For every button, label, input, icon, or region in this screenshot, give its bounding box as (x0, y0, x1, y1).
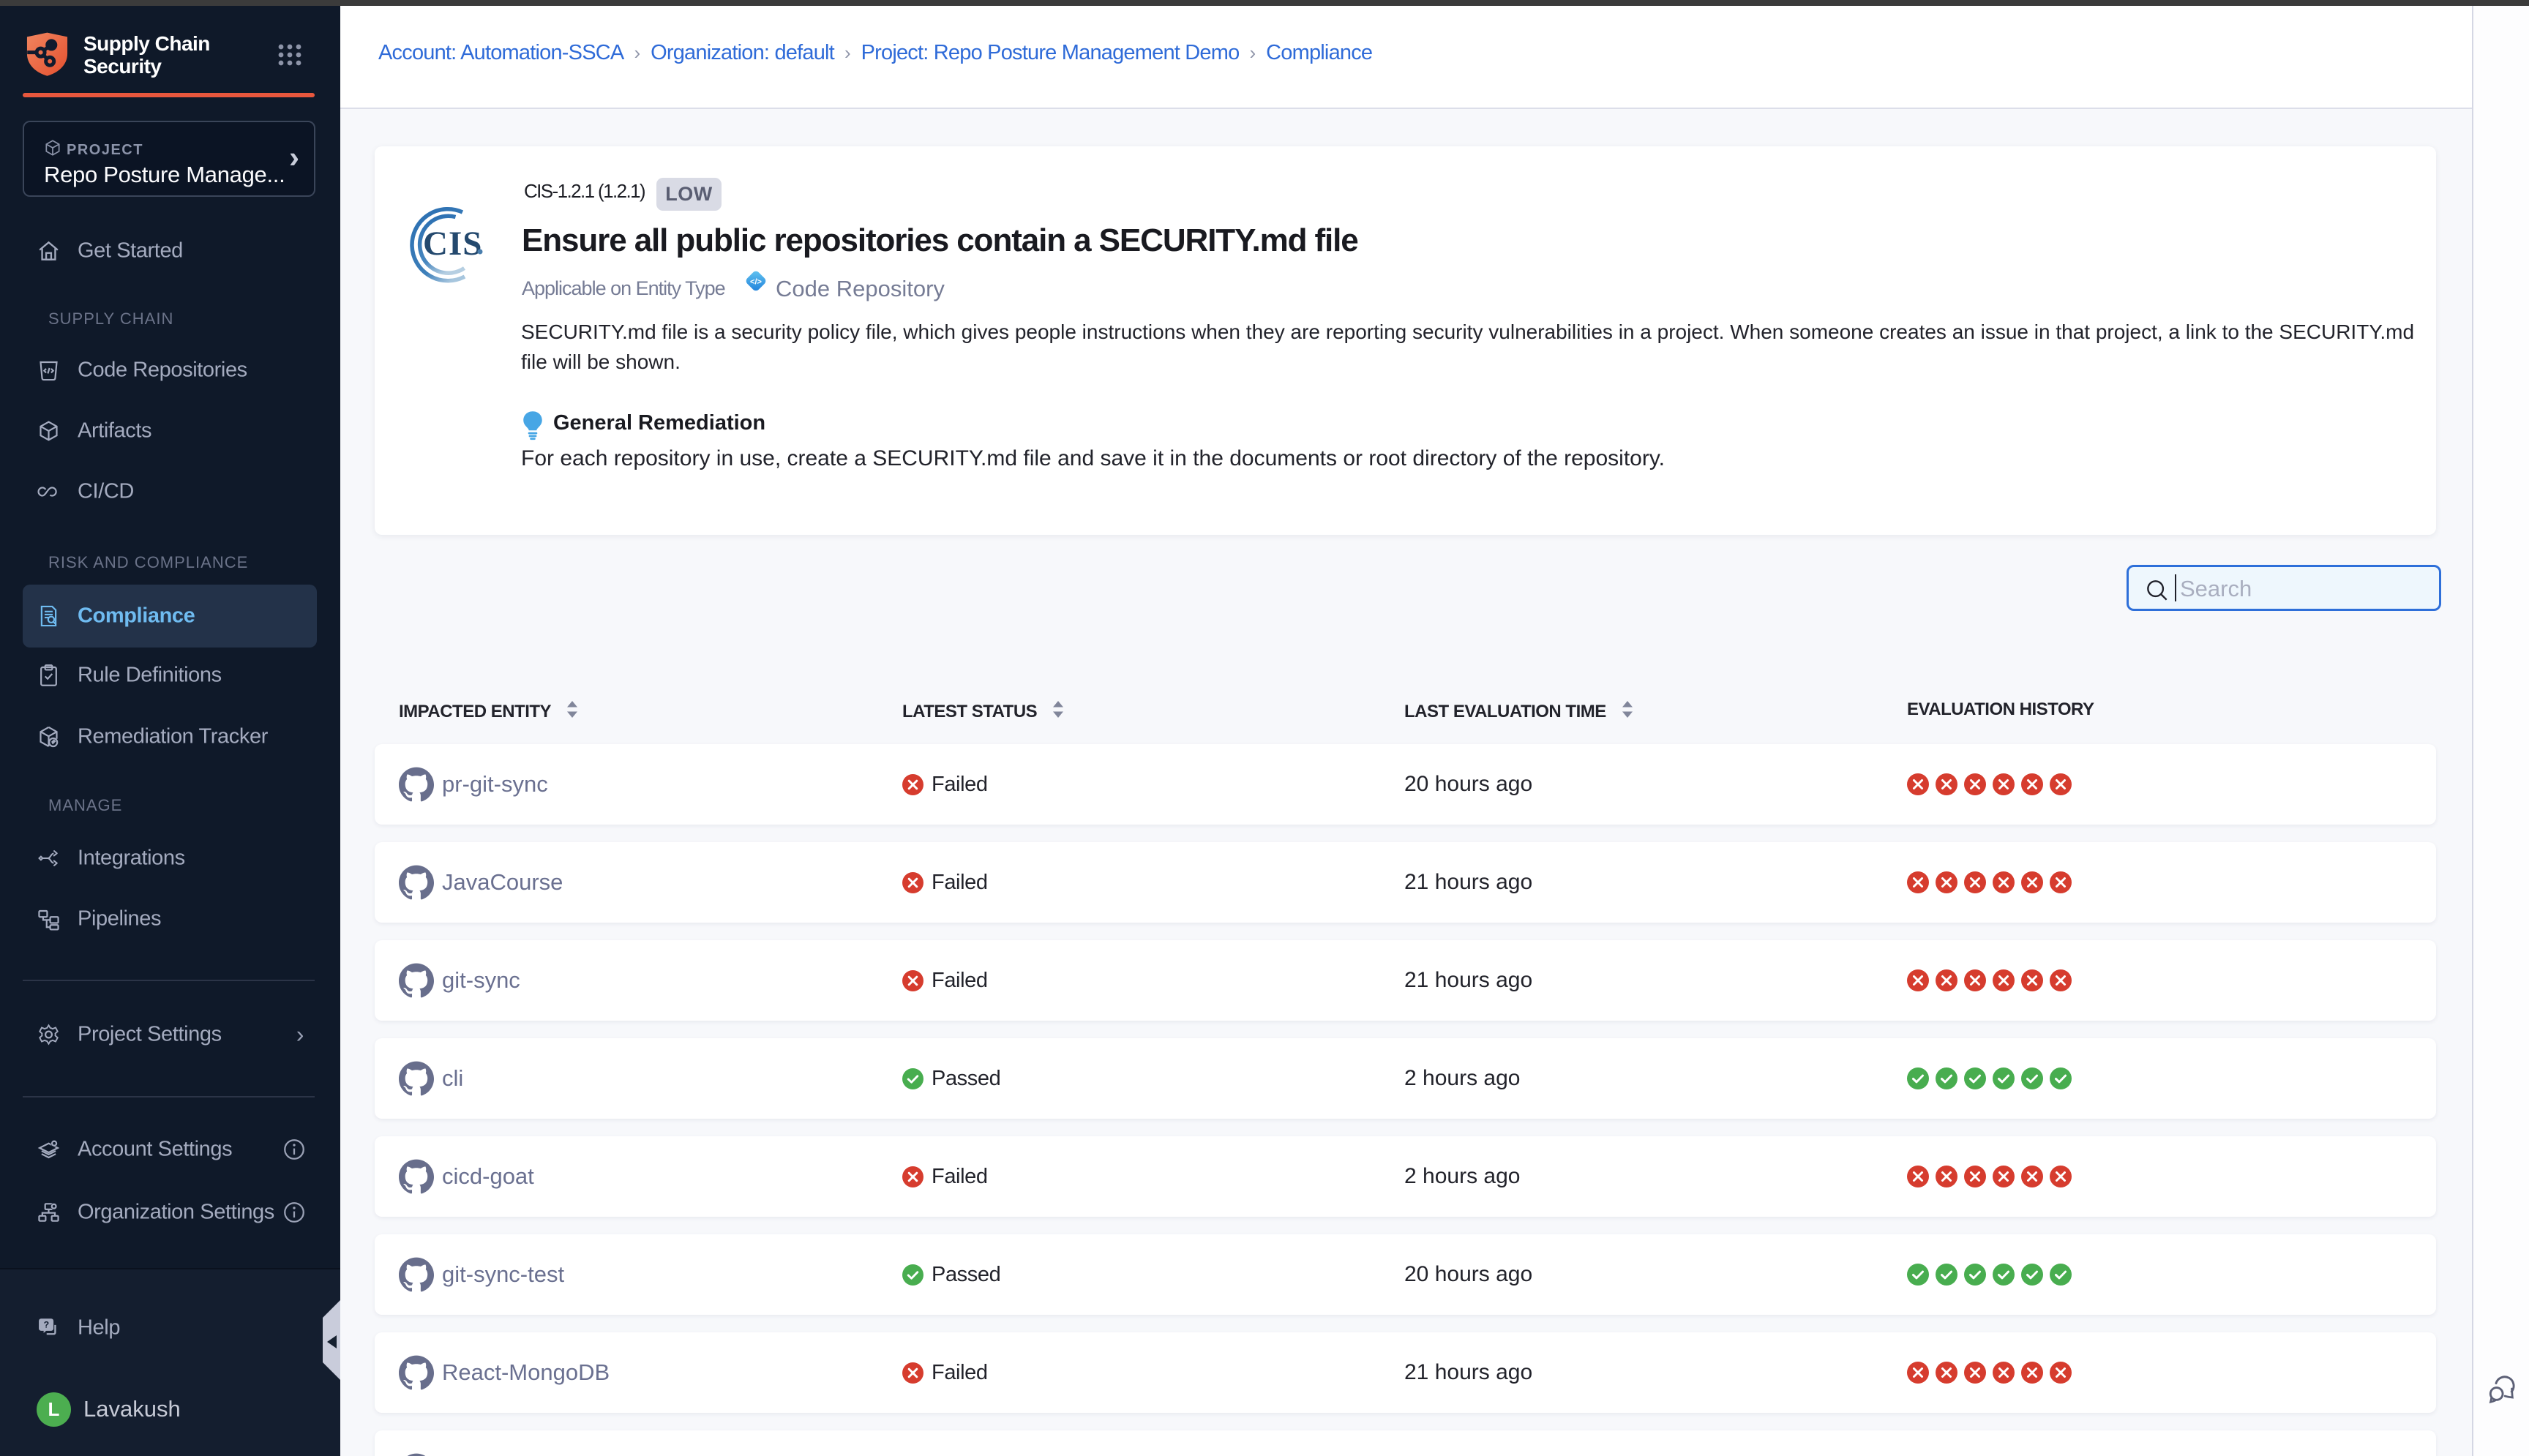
svg-text:?: ? (44, 1319, 49, 1329)
svg-text:CIS: CIS (423, 225, 482, 263)
svg-text:</>: </> (750, 278, 762, 287)
